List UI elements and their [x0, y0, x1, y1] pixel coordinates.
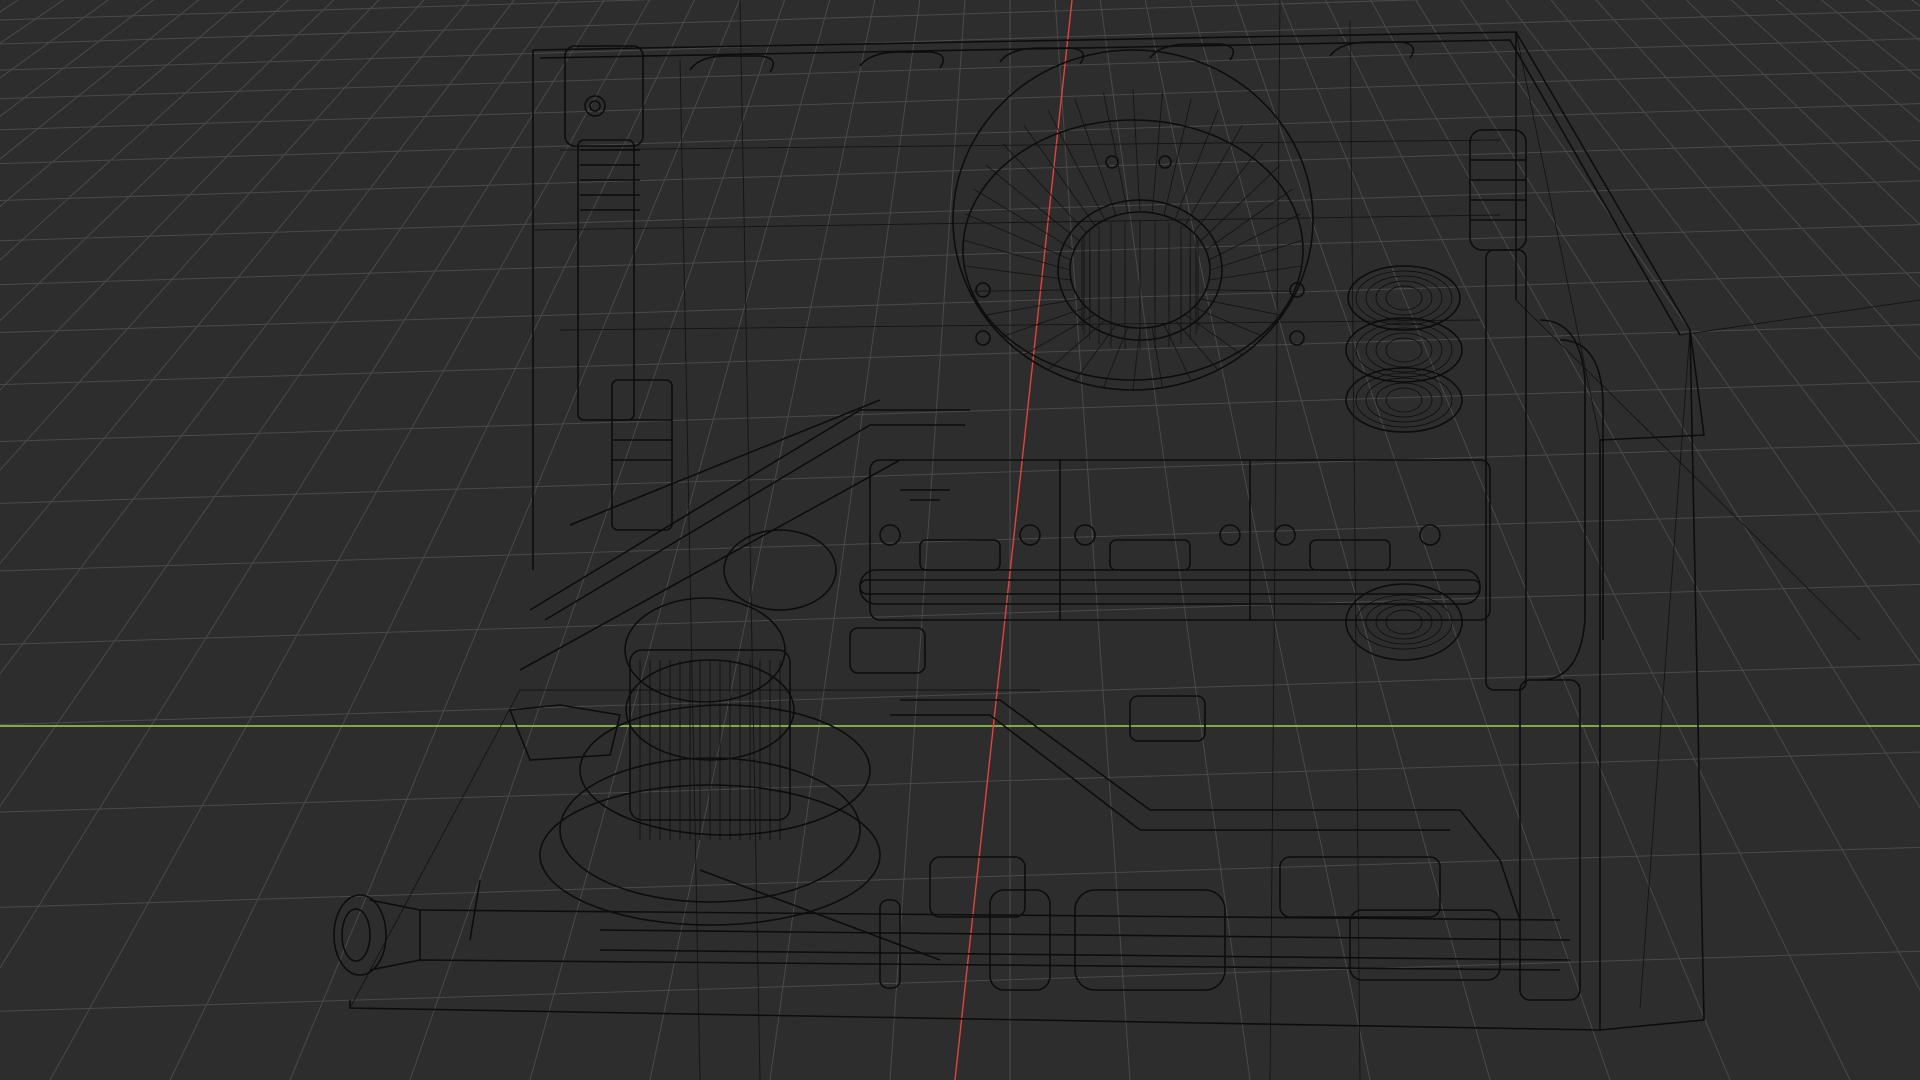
grid-line [0, 950, 1920, 1012]
grid-line [169, 0, 695, 1080]
gpu-block-rail[interactable] [859, 459, 1491, 621]
grid-line [0, 0, 1010, 1080]
grid-line [0, 0, 1010, 1080]
grid-line [0, 0, 1425, 45]
grid-line [0, 442, 1920, 504]
grid-line [0, 0, 1010, 1080]
grid-line [1054, 0, 1131, 1080]
grid-line [0, 103, 1920, 165]
grid-line [0, 0, 1010, 1080]
grid-line [0, 0, 1010, 1080]
grid-line [0, 0, 380, 391]
grid-line [0, 0, 20, 13]
grid-line [0, 751, 1920, 813]
viewport-canvas[interactable] [0, 0, 1920, 1080]
grid-line [0, 324, 1920, 386]
grid-line [0, 510, 1920, 572]
left-vertical-tube[interactable] [564, 45, 673, 531]
grid-line [0, 0, 65, 44]
grid-line [0, 0, 1010, 1080]
grid-line [0, 0, 1010, 1080]
grid-line [0, 0, 657, 21]
grid-line [0, 38, 1920, 100]
grid-line [0, 0, 155, 117]
grid-line [0, 0, 605, 969]
grid-line [0, 0, 1010, 1080]
grid-line [0, 0, 200, 160]
grid-line [0, 0, 245, 208]
grid-line [0, 0, 1010, 1080]
grid-line [0, 0, 1010, 1080]
grid-line [0, 224, 1920, 286]
grid-line [0, 0, 425, 471]
grid-line [0, 0, 1010, 1080]
grid-line [0, 0, 470, 565]
top-rear-fan[interactable] [952, 49, 1314, 391]
grid-line [0, 0, 110, 79]
grid-line [0, 0, 335, 322]
grid-line [0, 0, 1010, 1080]
grid-line [0, 0, 1010, 1080]
diagonal-channel [519, 399, 970, 671]
grid-line [0, 0, 1010, 1080]
grid-line [0, 0, 1010, 1080]
3d-viewport[interactable] [0, 0, 1920, 1080]
grid-line [0, 0, 290, 261]
grid-line [0, 0, 1010, 1080]
grid-line [49, 0, 650, 1080]
grid-line [0, 272, 1920, 334]
grid-line [409, 0, 786, 1080]
grid-line [0, 0, 515, 675]
grid-line [0, 0, 560, 807]
front-horizontal-tube[interactable] [333, 889, 1571, 991]
reservoir-pump[interactable] [539, 529, 881, 926]
grid-line [0, 69, 1920, 131]
grid-line [0, 0, 1010, 1080]
grid-line [0, 0, 1010, 1080]
